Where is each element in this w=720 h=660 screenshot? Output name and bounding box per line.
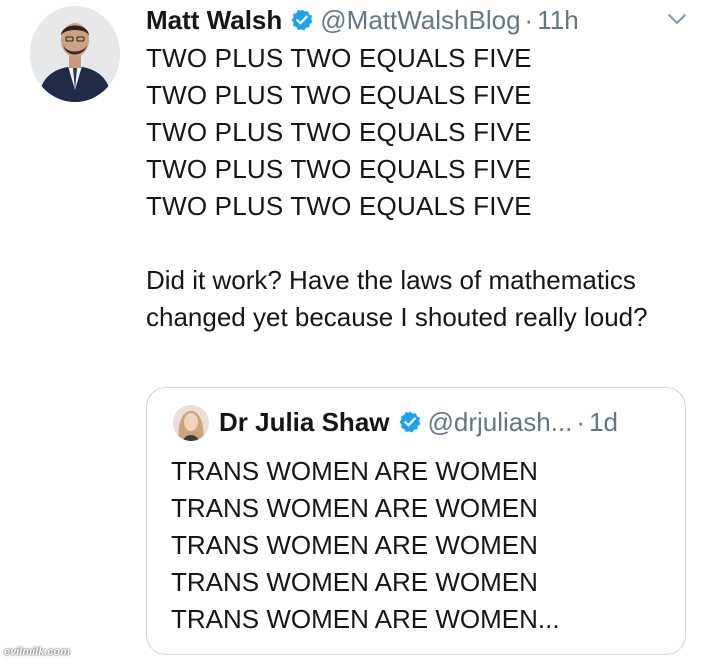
quoted-line: TRANS WOMEN ARE WOMEN bbox=[171, 567, 538, 597]
separator-dot: · bbox=[524, 4, 534, 35]
quoted-tweet-timestamp[interactable]: 1d bbox=[589, 407, 618, 438]
author-avatar[interactable] bbox=[30, 6, 120, 102]
chevron-down-icon[interactable] bbox=[664, 6, 690, 32]
tweet-line: TWO PLUS TWO EQUALS FIVE bbox=[146, 43, 532, 73]
quoted-author-avatar[interactable] bbox=[173, 405, 209, 441]
quoted-line: TRANS WOMEN ARE WOMEN... bbox=[171, 604, 560, 634]
tweet-body: Did it work? Have the laws of mathematic… bbox=[146, 265, 648, 332]
tweet-timestamp[interactable]: 11h bbox=[537, 5, 578, 36]
tweet-line: TWO PLUS TWO EQUALS FIVE bbox=[146, 117, 532, 147]
tweet-line: TWO PLUS TWO EQUALS FIVE bbox=[146, 191, 532, 221]
tweet-header: Matt Walsh @MattWalshBlog · 11h bbox=[146, 2, 579, 38]
tweet-line: TWO PLUS TWO EQUALS FIVE bbox=[146, 154, 532, 184]
author-avatar-image bbox=[30, 6, 120, 102]
author-name[interactable]: Matt Walsh bbox=[146, 5, 282, 36]
quoted-line: TRANS WOMEN ARE WOMEN bbox=[171, 493, 538, 523]
verified-badge-icon bbox=[291, 9, 313, 31]
quoted-author-name[interactable]: Dr Julia Shaw bbox=[219, 407, 390, 438]
separator-dot: · bbox=[576, 406, 586, 437]
quoted-tweet-header: Dr Julia Shaw @drjuliash... · 1d bbox=[219, 404, 618, 440]
tweet-text-lines: TWO PLUS TWO EQUALS FIVE TWO PLUS TWO EQ… bbox=[146, 40, 532, 225]
author-handle[interactable]: @MattWalshBlog bbox=[320, 5, 520, 36]
quoted-author-handle[interactable]: @drjuliash... bbox=[428, 407, 573, 438]
watermark: evilmilk.com bbox=[4, 646, 71, 658]
quoted-tweet-card[interactable]: Dr Julia Shaw @drjuliash... · 1d TRANS W… bbox=[146, 387, 686, 655]
quoted-tweet-text: TRANS WOMEN ARE WOMEN TRANS WOMEN ARE WO… bbox=[171, 453, 560, 638]
tweet-line: TWO PLUS TWO EQUALS FIVE bbox=[146, 80, 532, 110]
quoted-line: TRANS WOMEN ARE WOMEN bbox=[171, 456, 538, 486]
quoted-line: TRANS WOMEN ARE WOMEN bbox=[171, 530, 538, 560]
verified-badge-icon bbox=[399, 411, 420, 433]
quoted-author-avatar-image bbox=[173, 405, 209, 441]
